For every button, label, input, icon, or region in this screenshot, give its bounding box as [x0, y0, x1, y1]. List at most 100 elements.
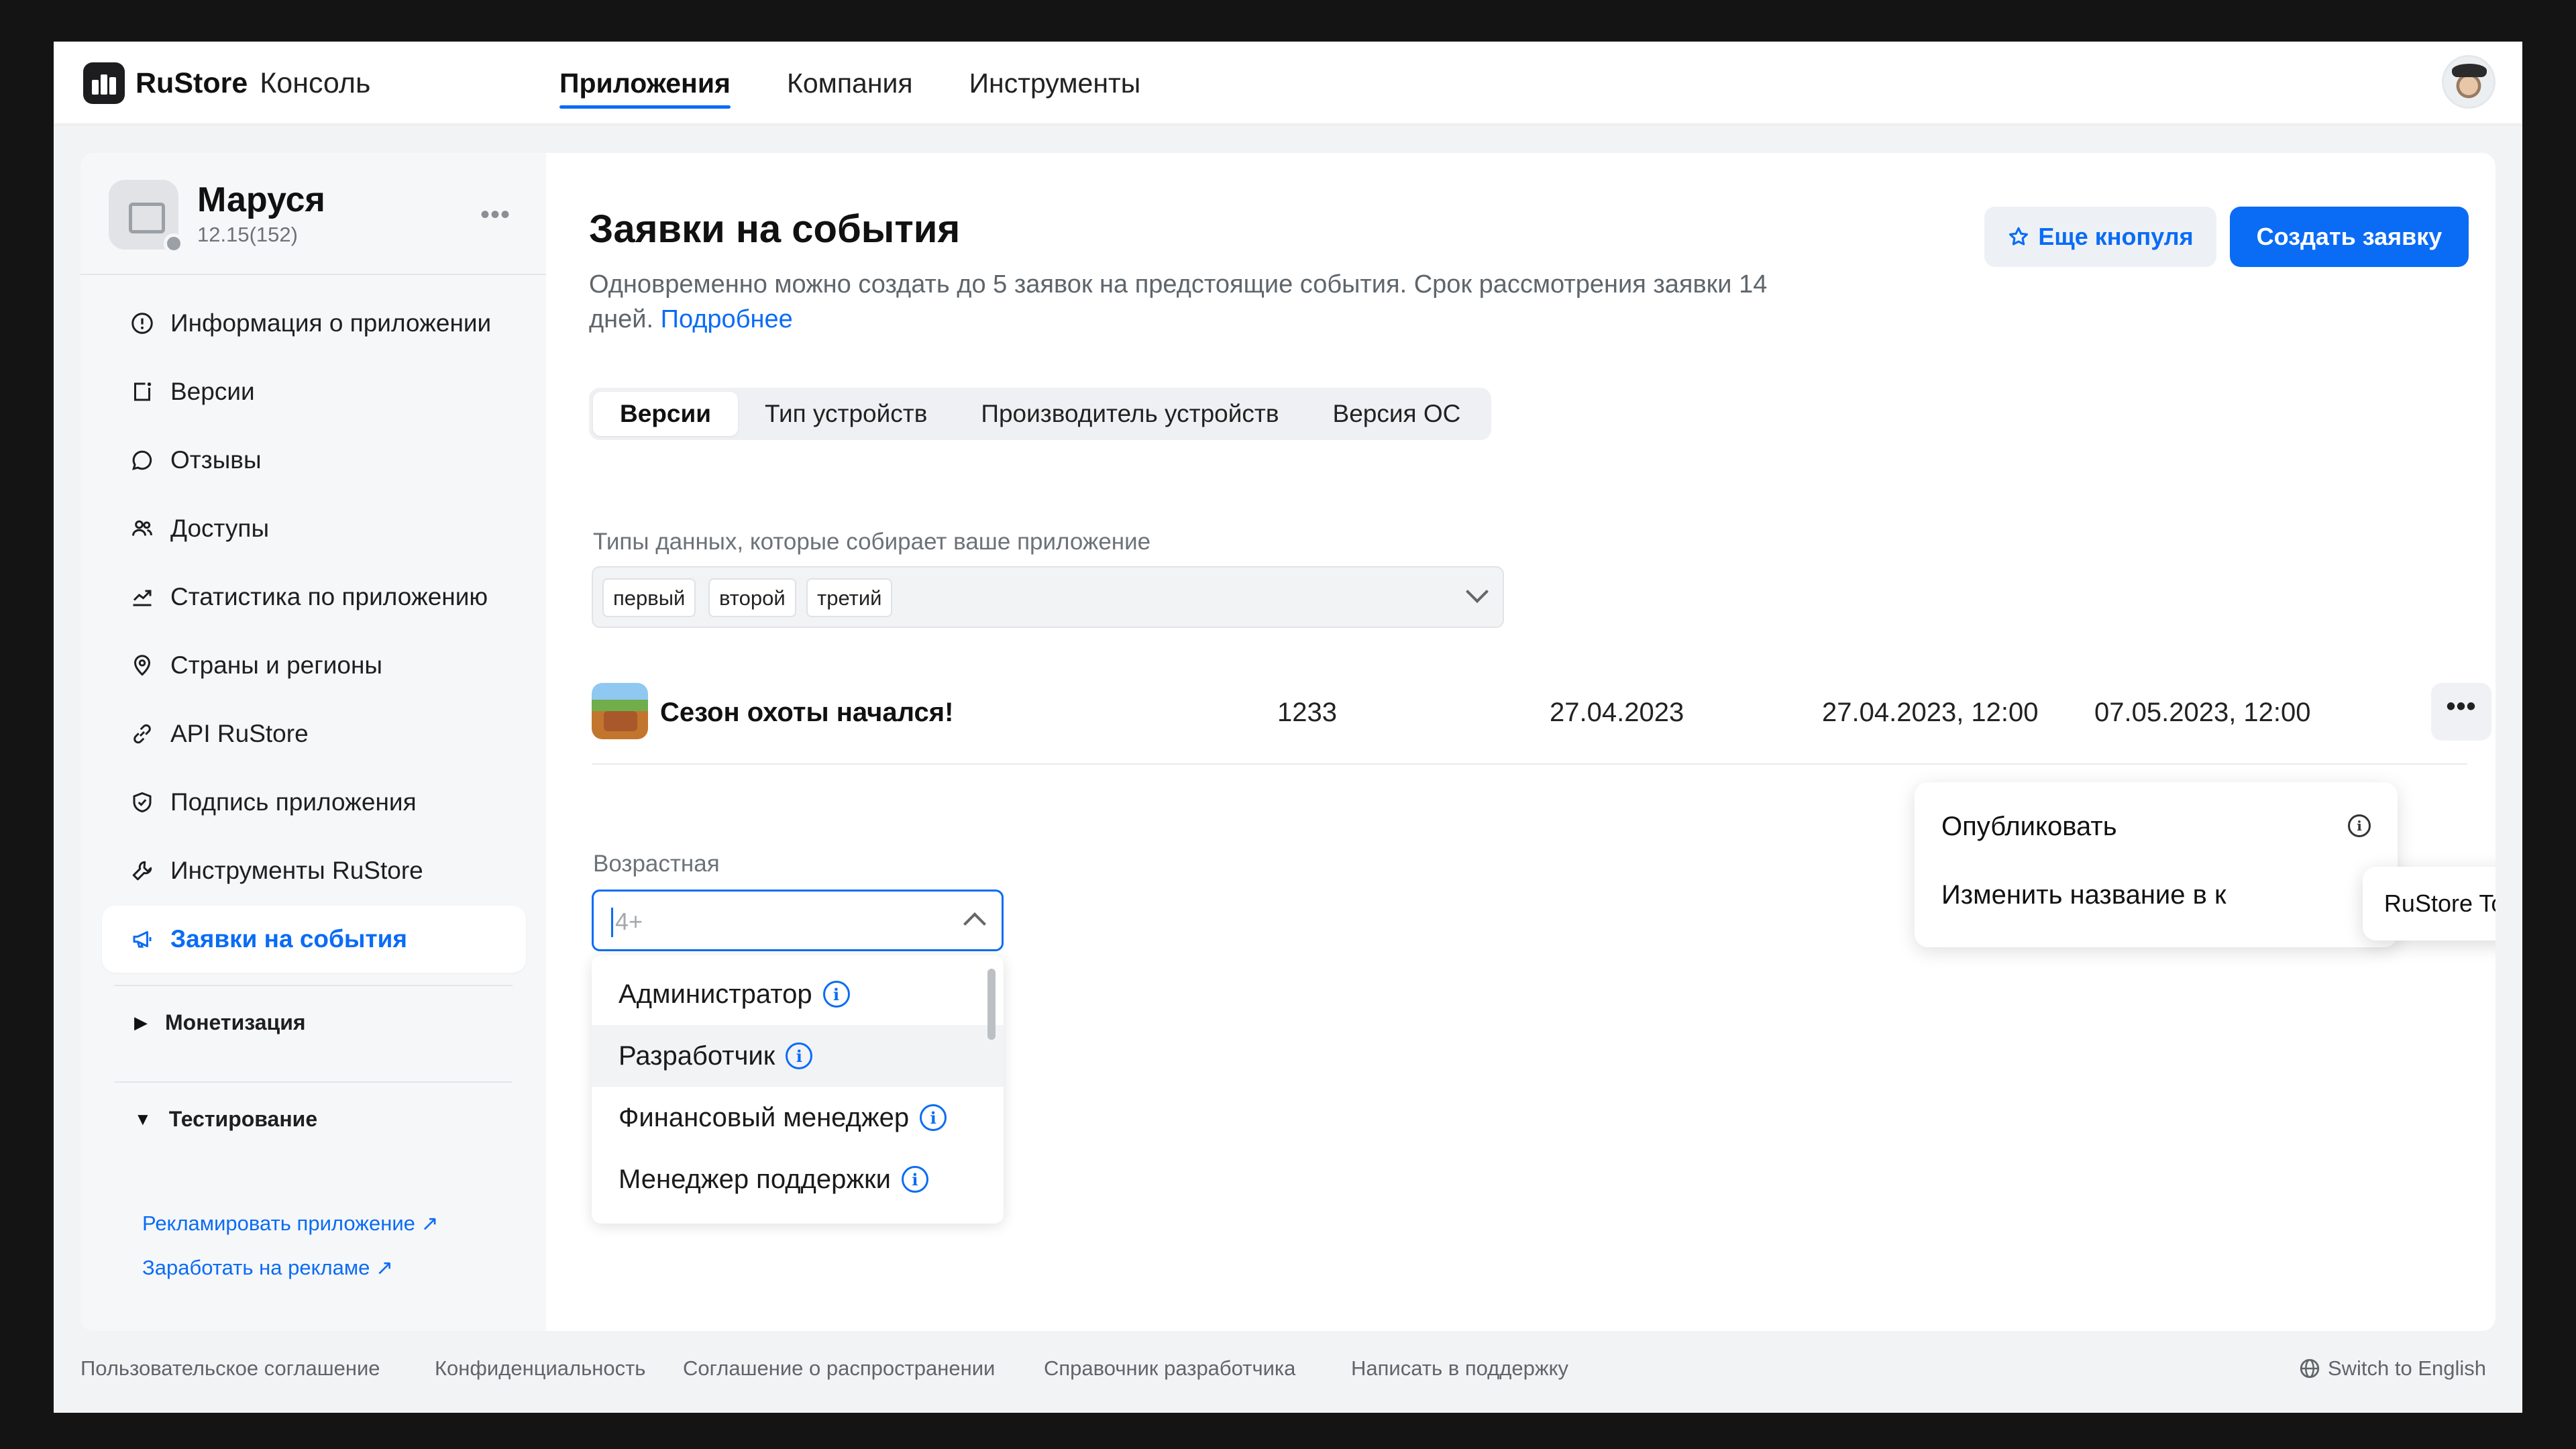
info-icon[interactable]: i — [2348, 814, 2371, 837]
age-placeholder: 4+ — [615, 908, 643, 935]
event-thumbnail — [592, 683, 648, 739]
sidebar-group-testing[interactable]: ▼ Тестирование — [134, 1107, 317, 1132]
footer-link-terms[interactable]: Пользовательское соглашение — [80, 1356, 380, 1381]
sidebar-item-label: Подпись приложения — [170, 788, 417, 816]
dropdown-scrollbar[interactable] — [987, 969, 996, 1040]
chip[interactable]: первый — [602, 578, 696, 617]
page-description: Одновременно можно создать до 5 заявок н… — [589, 267, 1770, 337]
sidebar-item-signature[interactable]: Подпись приложения — [102, 769, 526, 836]
dropdown-option[interactable]: Разработчик i — [592, 1025, 1004, 1087]
sidebar-item-api[interactable]: API RuStore — [102, 700, 526, 767]
sidebar-item-label: Отзывы — [170, 446, 262, 474]
event-date: 27.04.2023 — [1550, 698, 1684, 727]
text-caret — [611, 908, 613, 937]
more-horizontal-icon[interactable]: ••• — [2431, 683, 2491, 741]
secondary-button[interactable]: Еще кнопуля — [1984, 207, 2216, 267]
sidebar-group-monetization[interactable]: ▶ Монетизация — [134, 1010, 306, 1035]
console-app: RuStore Консоль Приложения Компания Инст… — [54, 42, 2522, 1413]
language-label: Switch to English — [2327, 1356, 2486, 1380]
sidebar-item-access[interactable]: Доступы — [102, 495, 526, 562]
tab-versions[interactable]: Версии — [593, 392, 738, 436]
event-end: 07.05.2023, 12:00 — [2094, 698, 2311, 727]
star-icon — [2007, 225, 2030, 248]
action-menu: Опубликовать i Изменить название в к — [1915, 782, 2398, 947]
app-version: 12.15(152) — [197, 223, 298, 246]
sidebar-item-label: Заявки на события — [170, 925, 407, 953]
sidebar-item-label: Информация о приложении — [170, 309, 492, 337]
option-label: Финансовый менеджер — [619, 1102, 910, 1132]
info-icon[interactable]: i — [822, 981, 850, 1008]
sidebar-item-tools[interactable]: Инструменты RuStore — [102, 837, 526, 904]
top-header: RuStore Консоль Приложения Компания Инст… — [54, 42, 2522, 123]
footer-link-distribution[interactable]: Соглашение о распространении — [683, 1356, 995, 1381]
user-avatar[interactable] — [2442, 55, 2496, 109]
age-label: Возрастная — [593, 851, 720, 877]
sidebar-item-label: API RuStore — [170, 720, 309, 747]
create-request-button[interactable]: Создать заявку — [2230, 207, 2469, 267]
tab-device-type[interactable]: Тип устройств — [738, 392, 954, 436]
data-types-select[interactable]: первый второй третий — [592, 566, 1504, 628]
dropdown-option[interactable]: Администратор i — [592, 963, 1004, 1025]
tab-os-version[interactable]: Версия ОС — [1306, 392, 1488, 436]
product-name: Консоль — [260, 66, 371, 99]
page-title: Заявки на события — [589, 207, 961, 251]
link-promote-app[interactable]: Рекламировать приложение ↗ — [142, 1212, 438, 1236]
sidebar-item-label: Доступы — [170, 515, 270, 542]
event-number: 1233 — [1277, 698, 1337, 727]
sidebar-item-regions[interactable]: Страны и регионы — [102, 632, 526, 699]
footer-link-dev-guide[interactable]: Справочник разработчика — [1044, 1356, 1295, 1381]
brand-name: RuStore — [136, 66, 248, 99]
sidebar-item-label: Страны и регионы — [170, 651, 382, 679]
age-dropdown: Администратор i Разработчик i Финансовый… — [592, 955, 1004, 1224]
dropdown-option[interactable]: Менеджер поддержки i — [592, 1148, 1004, 1210]
version-icon — [129, 378, 156, 405]
footer-link-support[interactable]: Написать в поддержку — [1351, 1356, 1568, 1381]
chip[interactable]: второй — [708, 578, 796, 617]
sidebar-divider — [114, 1081, 513, 1083]
nav-apps[interactable]: Приложения — [559, 42, 731, 123]
users-icon — [129, 515, 156, 542]
wrench-icon — [129, 857, 156, 884]
menu-item-rename[interactable]: Изменить название в к — [1941, 880, 2226, 910]
sidebar-group-label: Монетизация — [165, 1010, 306, 1034]
info-icon[interactable]: i — [901, 1166, 928, 1193]
event-start: 27.04.2023, 12:00 — [1822, 698, 2039, 727]
sidebar-item-versions[interactable]: Версии — [102, 358, 526, 425]
option-label: Разработчик — [619, 1040, 775, 1071]
sidebar-item-stats[interactable]: Статистика по приложению — [102, 564, 526, 631]
link-earn-ads[interactable]: Заработать на рекламе ↗ — [142, 1256, 393, 1280]
secondary-button-label: Еще кнопуля — [2038, 223, 2194, 250]
nav-tools[interactable]: Инструменты — [969, 42, 1141, 123]
app-status-dot — [164, 233, 184, 254]
globe-icon — [2298, 1357, 2321, 1380]
sidebar-divider — [114, 985, 513, 986]
sidebar: Маруся 12.15(152) ••• Информация о прило… — [80, 153, 546, 1331]
more-link[interactable]: Подробнее — [661, 305, 793, 333]
nav-company[interactable]: Компания — [787, 42, 913, 123]
age-select[interactable]: 4+ — [592, 890, 1004, 951]
chevron-down-icon — [1466, 580, 1489, 603]
link-icon — [129, 720, 156, 747]
dropdown-option[interactable]: Финансовый менеджер i — [592, 1087, 1004, 1148]
info-icon — [129, 310, 156, 337]
sidebar-item-reviews[interactable]: Отзывы — [102, 427, 526, 494]
segmented-tabs: Версии Тип устройств Производитель устро… — [589, 388, 1492, 440]
sidebar-item-event-requests[interactable]: Заявки на события — [102, 906, 526, 973]
language-switch[interactable]: Switch to English — [2298, 1356, 2486, 1381]
sidebar-item-label: Инструменты RuStore — [170, 857, 423, 884]
content-area: Заявки на события Одновременно можно соз… — [546, 153, 2496, 1331]
footer-link-privacy[interactable]: Конфиденциальность — [435, 1356, 645, 1381]
app-header: Маруся 12.15(152) ••• — [80, 153, 546, 275]
rustore-logo[interactable]: RuStore Консоль — [83, 62, 370, 104]
more-horizontal-icon[interactable]: ••• — [480, 200, 511, 230]
app-name: Маруся — [197, 180, 325, 219]
menu-item-publish[interactable]: Опубликовать — [1941, 812, 2117, 842]
sidebar-item-label: Версии — [170, 378, 255, 405]
tab-device-maker[interactable]: Производитель устройств — [954, 392, 1305, 436]
info-icon[interactable]: i — [920, 1104, 947, 1131]
sidebar-item-info[interactable]: Информация о приложении — [102, 290, 526, 357]
tooltip: RuStore ToolTip — [2363, 867, 2496, 941]
chip[interactable]: третий — [806, 578, 893, 617]
info-icon[interactable]: i — [786, 1042, 813, 1069]
caret-down-icon: ▼ — [134, 1109, 152, 1129]
